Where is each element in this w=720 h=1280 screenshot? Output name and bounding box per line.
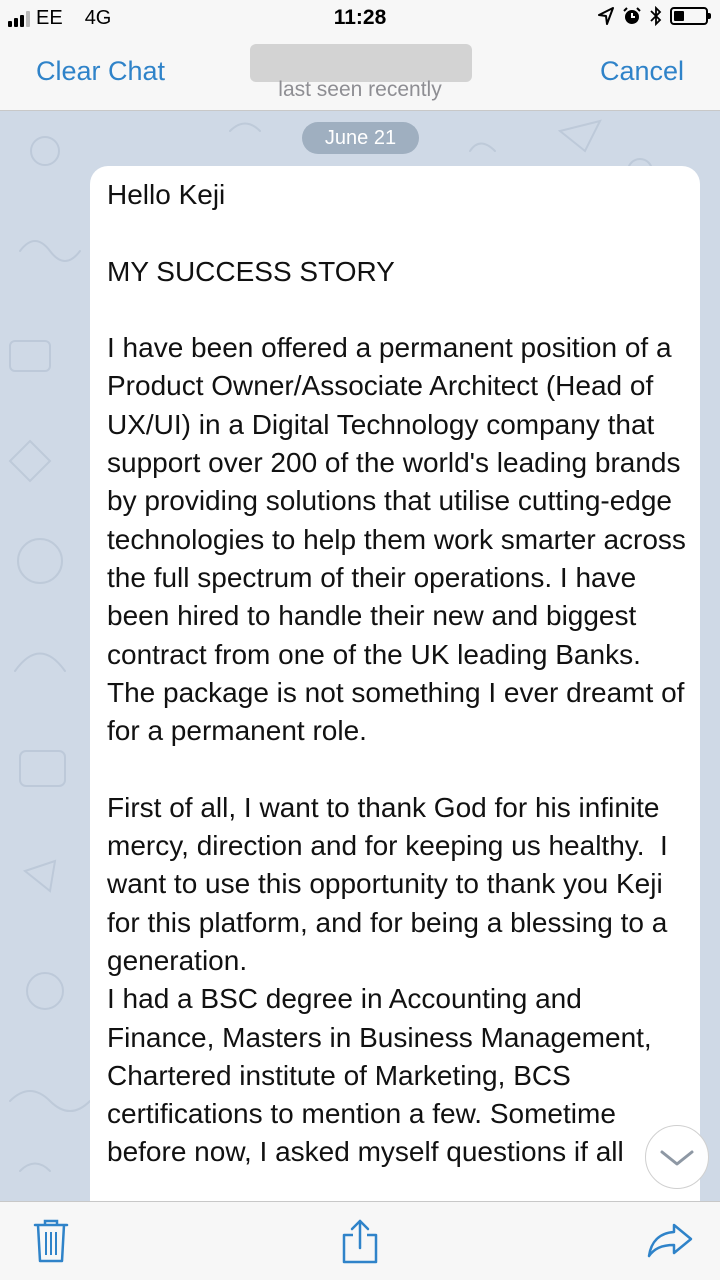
- battery-icon: [670, 7, 711, 25]
- share-button[interactable]: [340, 1218, 380, 1269]
- status-right: [598, 6, 711, 26]
- alarm-icon: [623, 7, 641, 24]
- delete-button[interactable]: [33, 1218, 69, 1269]
- message-bubble[interactable]: Hello Keji MY SUCCESS STORY I have been …: [90, 166, 700, 1201]
- chevron-down-icon: [660, 1150, 694, 1166]
- share-icon: [342, 1219, 378, 1264]
- cancel-button[interactable]: Cancel: [600, 56, 684, 87]
- location-arrow-icon: [598, 7, 614, 25]
- status-bar: EE 4G 11:28: [0, 0, 720, 36]
- bluetooth-icon: [650, 6, 662, 26]
- navigation-bar: Clear Chat last seen recently Cancel: [0, 36, 720, 111]
- chat-screen: EE 4G 11:28 Clear Chat last seen recentl…: [0, 0, 720, 1280]
- bottom-toolbar: [0, 1201, 720, 1280]
- message-paragraph: First of all, I want to thank God for hi…: [107, 791, 676, 976]
- trash-icon: [33, 1219, 69, 1263]
- chat-area[interactable]: June 21 Hello Keji MY SUCCESS STORY I ha…: [0, 111, 720, 1201]
- date-separator: June 21: [302, 122, 419, 154]
- chat-title-redacted: [250, 44, 472, 82]
- message-heading: MY SUCCESS STORY: [107, 255, 395, 287]
- message-paragraph: I have been offered a permanent position…: [107, 332, 694, 747]
- message-greeting: Hello Keji: [107, 179, 226, 210]
- message-paragraph: I had a BSC degree in Accounting and Fin…: [107, 983, 660, 1168]
- scroll-to-bottom-button[interactable]: [645, 1125, 709, 1189]
- forward-icon: [647, 1223, 693, 1258]
- forward-button[interactable]: [646, 1222, 694, 1263]
